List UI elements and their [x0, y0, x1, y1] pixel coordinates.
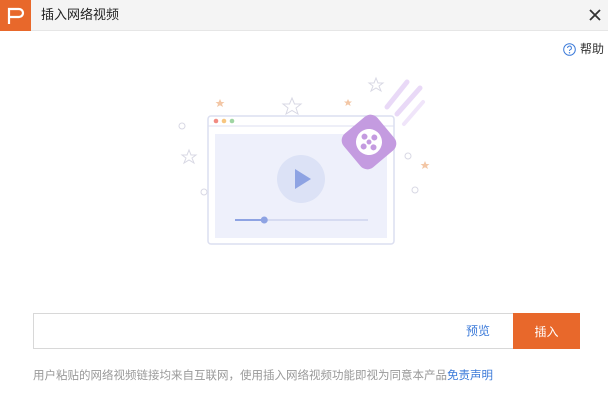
wps-p-logo-icon	[0, 0, 31, 31]
decor-dot	[404, 152, 412, 160]
help-link[interactable]: 帮助	[563, 41, 604, 57]
disclaimer: 用户粘贴的网络视频链接均来自互联网，使用插入网络视频功能即视为同意本产品免责声明	[33, 368, 493, 382]
close-icon	[589, 9, 601, 21]
decor-star	[281, 96, 303, 116]
window-dot	[229, 118, 235, 124]
decor-dot	[411, 186, 419, 194]
decor-star	[344, 99, 352, 106]
question-circle-icon	[563, 42, 576, 56]
window-title: 插入网络视频	[41, 8, 120, 23]
progress-knob	[260, 216, 268, 224]
video-player-illustration	[178, 76, 430, 245]
decor-star	[215, 99, 225, 107]
insert-button[interactable]: 插入	[513, 313, 580, 349]
preview-button[interactable]: 预览	[466, 324, 490, 338]
url-input-row: 预览 插入	[33, 313, 580, 349]
help-label: 帮助	[579, 42, 604, 56]
decor-dot	[178, 122, 186, 130]
decor-star	[367, 76, 385, 93]
disclaimer-link[interactable]: 免责声明	[447, 368, 493, 382]
close-button[interactable]	[584, 4, 606, 26]
disclaimer-text: 用户粘贴的网络视频链接均来自互联网，使用插入网络视频功能即视为同意本产品	[33, 368, 447, 382]
decor-dot	[200, 188, 208, 196]
video-url-input[interactable]	[33, 313, 513, 349]
decor-star	[180, 148, 198, 165]
window-dot	[213, 118, 219, 124]
title-bar: 插入网络视频	[0, 0, 608, 31]
window-dot	[221, 118, 227, 124]
decor-star	[420, 161, 430, 169]
